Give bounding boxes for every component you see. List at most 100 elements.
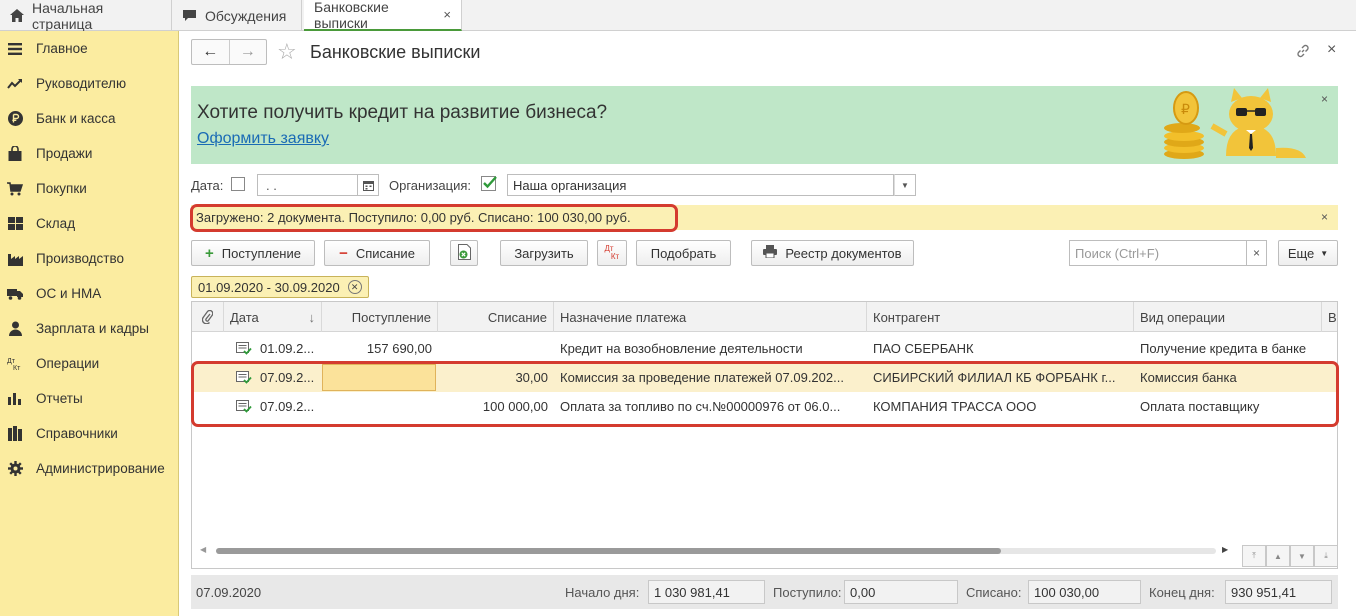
load-button[interactable]: Загрузить — [500, 240, 588, 266]
scroll-left-icon[interactable]: ◀ — [200, 545, 206, 554]
search-input[interactable]: Поиск (Ctrl+F) — [1069, 240, 1247, 266]
table-row[interactable]: 01.09.2... 157 690,00 Кредит на возобнов… — [192, 334, 1337, 363]
tab-home[interactable]: Начальная страница — [0, 0, 172, 32]
sidebar-item-salary[interactable]: Зарплата и кадры — [0, 311, 179, 346]
link-icon[interactable] — [1295, 43, 1311, 62]
org-checkbox-checked-icon[interactable] — [481, 175, 497, 194]
books-icon — [7, 426, 23, 442]
column-header-counterparty[interactable]: Контрагент — [867, 302, 1134, 332]
remove-period-icon[interactable]: ✕ — [347, 280, 362, 294]
history-nav: ← → — [191, 39, 267, 65]
svg-text:₽: ₽ — [1181, 101, 1190, 117]
column-header-income[interactable]: Поступление — [322, 302, 438, 332]
scroll-thumb[interactable] — [216, 548, 1001, 554]
tab-discussions[interactable]: Обсуждения — [172, 0, 302, 31]
add-expense-label: Списание — [355, 245, 415, 261]
calendar-icon[interactable] — [358, 174, 379, 196]
add-income-button[interactable]: + Поступление — [191, 240, 315, 266]
row-date: 07.09.2... — [260, 399, 315, 414]
row-operation: Получение кредита в банке — [1140, 341, 1307, 356]
column-header-expense[interactable]: Списание — [438, 302, 554, 332]
add-expense-button[interactable]: − Списание — [324, 240, 430, 266]
scroll-top-icon[interactable]: ⤒ — [1242, 545, 1266, 567]
sidebar-item-label: Банк и касса — [36, 111, 116, 126]
add-income-label: Поступление — [221, 245, 301, 261]
sidebar-item-label: Продажи — [36, 146, 93, 161]
row-purpose: Кредит на возобновление деятельности — [560, 341, 803, 356]
tab-home-label: Начальная страница — [32, 0, 104, 32]
match-button[interactable]: Подобрать — [636, 240, 731, 266]
close-form-button[interactable]: × — [1327, 41, 1336, 59]
period-filter-tag[interactable]: 01.09.2020 - 30.09.2020 ✕ — [191, 276, 369, 298]
gear-icon — [7, 461, 23, 477]
horizontal-scrollbar[interactable]: ◀ ▶ — [200, 545, 1230, 557]
row-counterparty: ПАО СБЕРБАНК — [873, 341, 974, 356]
end-balance-label: Конец дня: — [1149, 585, 1215, 600]
row-income — [322, 363, 438, 392]
clear-search-button[interactable]: × — [1247, 240, 1267, 266]
scroll-up-icon[interactable]: ▲ — [1266, 545, 1290, 567]
back-button[interactable]: ← — [192, 40, 229, 64]
column-header-operation[interactable]: Вид операции — [1134, 302, 1322, 332]
forward-button[interactable]: → — [228, 40, 267, 64]
sidebar-item-sales[interactable]: Продажи — [0, 136, 179, 171]
excel-export-button[interactable] — [450, 240, 478, 266]
sidebar-item-label: Покупки — [36, 181, 87, 196]
sidebar-item-admin[interactable]: Администрирование — [0, 451, 179, 486]
kt-label: Кт — [610, 252, 620, 261]
apply-link[interactable]: Оформить заявку — [197, 130, 329, 148]
plus-icon: + — [205, 244, 214, 262]
expense-total-label: Списано: — [966, 585, 1022, 600]
sidebar-item-label: Администрирование — [36, 461, 165, 476]
person-icon — [7, 321, 23, 337]
warehouse-icon — [7, 216, 23, 232]
row-counterparty: КОМПАНИЯ ТРАССА ООО — [873, 399, 1037, 414]
column-header-purpose[interactable]: Назначение платежа — [554, 302, 867, 332]
column-header-date[interactable]: Дата ↓ — [224, 302, 322, 332]
scroll-down-icon[interactable]: ▼ — [1290, 545, 1314, 567]
status-close-button[interactable]: × — [1321, 210, 1328, 224]
credit-banner: Хотите получить кредит на развитие бизне… — [191, 86, 1338, 164]
sidebar-item-production[interactable]: Производство — [0, 241, 179, 276]
scroll-bottom-icon[interactable]: ⤓ — [1314, 545, 1337, 567]
sidebar-item-fixed-assets[interactable]: ОС и НМА — [0, 276, 179, 311]
sidebar-item-warehouse[interactable]: Склад — [0, 206, 179, 241]
scroll-right-icon[interactable]: ▶ — [1222, 545, 1228, 554]
sidebar-item-main[interactable]: Главное — [0, 31, 179, 66]
balance-footer: 07.09.2020 Начало дня: 1 030 981,41 Пост… — [191, 575, 1338, 609]
banner-close-button[interactable]: × — [1321, 92, 1328, 106]
table-row[interactable]: 07.09.2... 100 000,00 Оплата за топливо … — [192, 392, 1337, 421]
column-header-date-label: Дата — [230, 309, 259, 325]
sidebar-item-reports[interactable]: Отчеты — [0, 381, 179, 416]
attachment-icon[interactable] — [192, 302, 224, 332]
tab-bank-statements-label: Банковские выписки — [314, 0, 389, 31]
row-operation: Оплата поставщику — [1140, 399, 1260, 414]
income-total-value: 0,00 — [844, 580, 958, 604]
tab-bank-statements[interactable]: Банковские выписки × — [304, 0, 462, 31]
sidebar-item-director[interactable]: Руководителю — [0, 66, 179, 101]
registry-button[interactable]: Реестр документов — [751, 240, 914, 266]
favorite-star-icon[interactable]: ☆ — [277, 39, 297, 65]
column-header-extra[interactable]: В — [1322, 302, 1337, 332]
row-navigation-buttons: ⤒ ▲ ▼ ⤓ — [1242, 545, 1337, 567]
date-field[interactable]: . . — [257, 174, 358, 196]
banner-title: Хотите получить кредит на развитие бизне… — [197, 102, 608, 123]
sidebar-item-purchases[interactable]: Покупки — [0, 171, 179, 206]
sidebar-item-operations[interactable]: Дт Кт Операции — [0, 346, 179, 381]
excel-icon — [457, 243, 471, 263]
organization-select[interactable]: Наша организация — [507, 174, 894, 196]
dt-kt-button[interactable]: Дт Кт — [597, 240, 627, 266]
close-tab-icon[interactable]: × — [443, 7, 451, 22]
sidebar-item-label: Справочники — [36, 426, 118, 441]
dt-kt-icon: Дт Кт — [7, 356, 23, 372]
more-button[interactable]: Еще ▼ — [1278, 240, 1338, 266]
sidebar-item-label: Главное — [36, 41, 88, 56]
sidebar-item-bank[interactable]: Банк и касса — [0, 101, 179, 136]
table-row-selected[interactable]: 07.09.2... 30,00 Комиссия за проведение … — [192, 363, 1337, 392]
date-checkbox[interactable] — [231, 177, 245, 191]
chevron-down-icon[interactable]: ▼ — [894, 174, 916, 196]
row-expense: 30,00 — [515, 370, 548, 385]
more-label: Еще — [1287, 245, 1315, 261]
document-posted-icon — [236, 371, 252, 384]
sidebar-item-directories[interactable]: Справочники — [0, 416, 179, 451]
